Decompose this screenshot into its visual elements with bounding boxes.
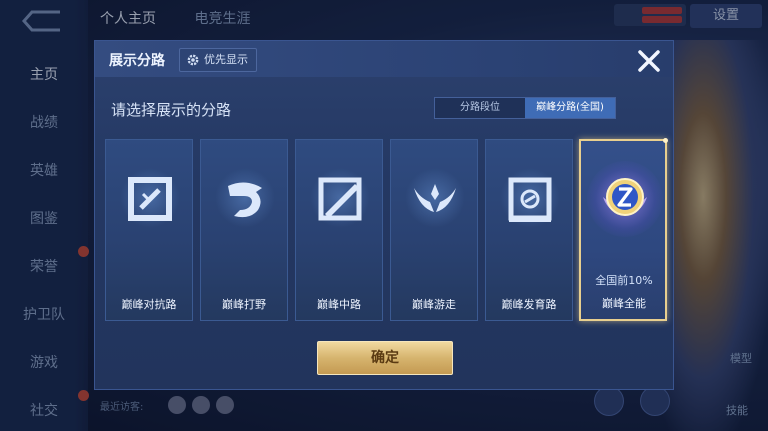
blade-icon [318,177,362,221]
gear-icon [187,54,199,66]
toggle-lane-rank[interactable]: 分路段位 [435,98,525,118]
dragon-icon [228,182,262,218]
sparkle-icon [663,138,668,143]
lane-card-label: 巅峰打野 [222,298,266,311]
sword-icon [128,177,172,221]
priority-display-button[interactable]: 优先显示 [179,48,257,72]
target-icon [508,177,552,222]
lane-card-mid[interactable]: 巅峰中路 [295,139,383,321]
toggle-peak-lane-national[interactable]: 巅峰分路(全国) [525,98,615,118]
lane-card-label: 巅峰发育路 [501,298,557,311]
lane-card-label: 巅峰中路 [317,298,361,311]
lane-card-bot[interactable]: 巅峰发育路 [485,139,573,321]
lane-card-top[interactable]: 巅峰对抗路 [105,139,193,321]
lane-card-label: 巅峰全能 [602,297,646,310]
all-round-emblem-icon [603,178,647,216]
lane-card-all-round[interactable]: 全国前10% 巅峰全能 [579,138,668,321]
display-lane-dialog: 展示分路 优先显示 请选择展示的分路 分路段位 巅峰分路(全国) 巅峰对抗路 巅… [94,40,674,390]
close-icon[interactable] [635,47,663,75]
lane-mode-toggle: 分路段位 巅峰分路(全国) [434,97,616,119]
dialog-header: 展示分路 优先显示 [95,41,673,77]
rank-percentile: 全国前10% [595,274,653,287]
dialog-title: 展示分路 [109,53,165,69]
lane-card-roam[interactable]: 巅峰游走 [390,139,478,321]
confirm-button[interactable]: 确定 [317,341,453,375]
lane-card-label: 巅峰游走 [412,298,456,311]
dialog-subtitle: 请选择展示的分路 [111,101,232,119]
lane-card-jungle[interactable]: 巅峰打野 [200,139,288,321]
priority-display-label: 优先显示 [204,53,248,66]
wings-icon [414,184,456,212]
lane-card-label: 巅峰对抗路 [121,298,177,311]
